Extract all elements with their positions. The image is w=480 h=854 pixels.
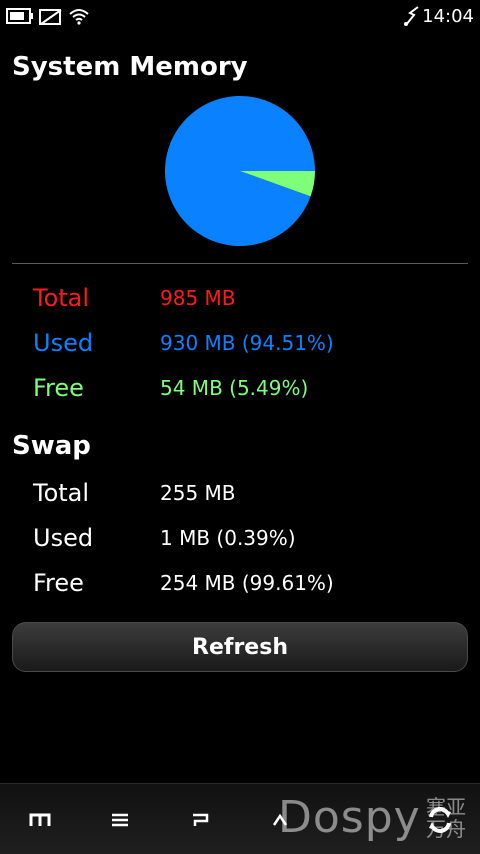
back-p-icon[interactable]	[170, 784, 230, 854]
watermark-cn-text: 塞亚 万舟	[426, 795, 466, 841]
page-title: System Memory	[12, 52, 248, 82]
swap-total-label: Total	[33, 479, 90, 507]
wifi-icon	[68, 7, 90, 29]
divider	[12, 263, 468, 264]
memory-used-value: 930 MB (94.51%)	[160, 331, 334, 355]
memory-pie-chart	[164, 95, 316, 247]
usb-icon	[402, 5, 422, 31]
swap-used-label: Used	[33, 524, 94, 552]
list-icon[interactable]	[90, 784, 150, 854]
memory-free-label: Free	[33, 374, 84, 402]
memory-total-label: Total	[33, 284, 90, 312]
swap-used-value: 1 MB (0.39%)	[160, 526, 296, 550]
status-bar: 14:04	[0, 0, 480, 34]
swap-free-value: 254 MB (99.61%)	[160, 571, 334, 595]
status-time: 14:04	[422, 6, 474, 27]
refresh-button[interactable]: Refresh	[12, 622, 468, 672]
memory-free-value: 54 MB (5.49%)	[160, 376, 309, 400]
memory-used-label: Used	[33, 329, 94, 357]
battery-icon	[6, 8, 34, 28]
swap-title: Swap	[12, 431, 91, 461]
no-sim-icon	[38, 8, 64, 30]
watermark-logo: Dospy	[278, 792, 421, 843]
menu-m-icon[interactable]	[10, 784, 70, 854]
memory-total-value: 985 MB	[160, 286, 236, 310]
swap-total-value: 255 MB	[160, 481, 236, 505]
swap-free-label: Free	[33, 569, 84, 597]
